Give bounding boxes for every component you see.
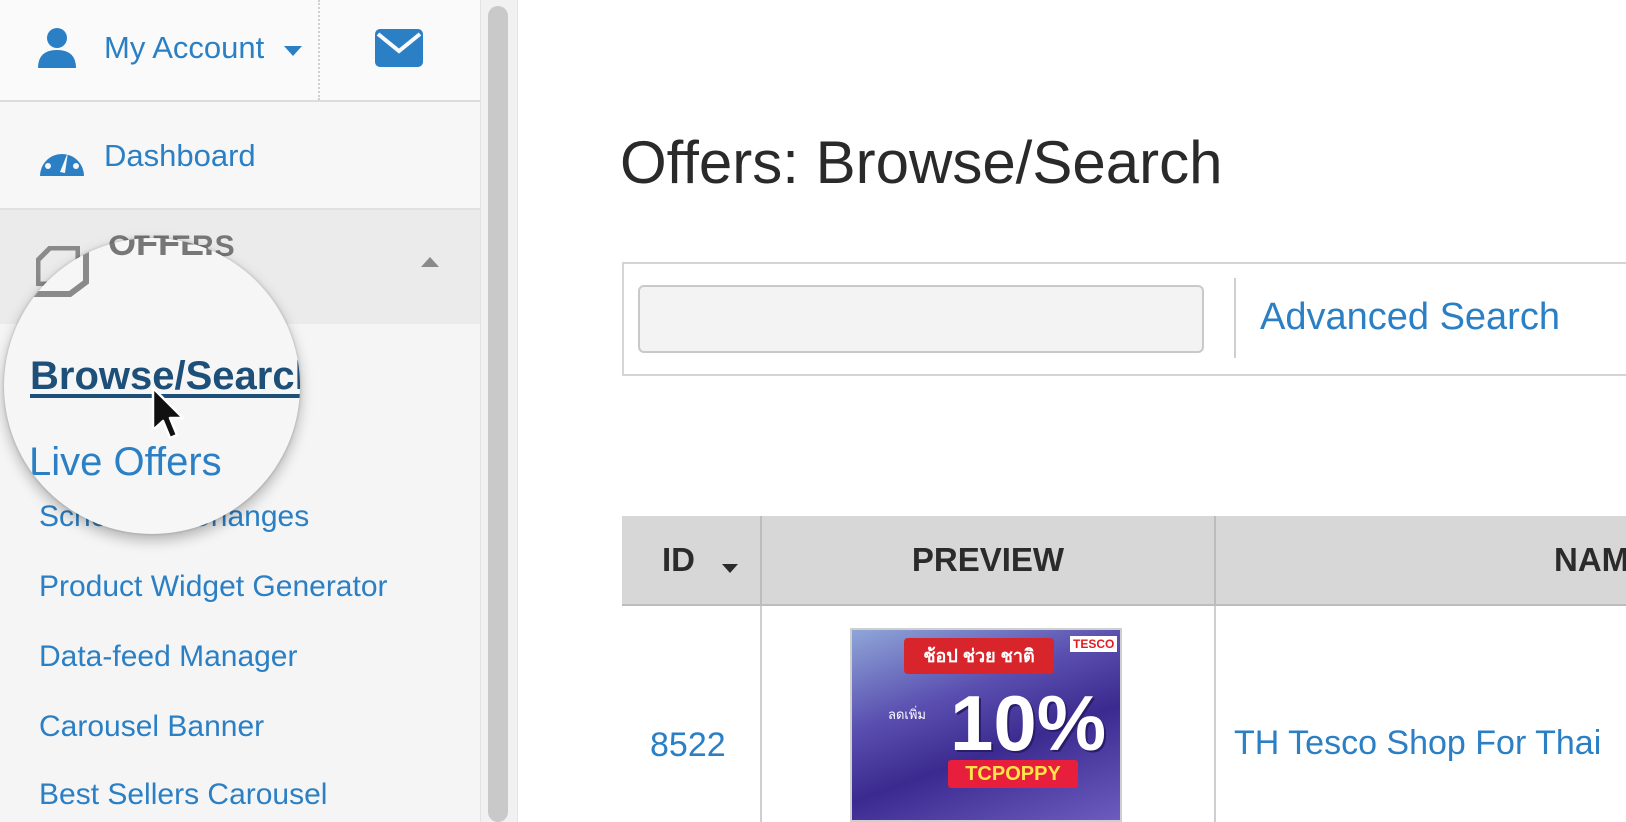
sidebar-item-product-widget-generator[interactable]: Product Widget Generator xyxy=(39,570,388,604)
column-header-name[interactable]: NAME xyxy=(1216,516,1626,604)
sidebar-topbar: My Account xyxy=(0,0,480,102)
chevron-down-icon xyxy=(284,46,302,56)
dashboard-gauge-icon xyxy=(38,138,86,183)
user-icon xyxy=(36,26,78,75)
sidebar-item-live-offers-zoomed[interactable]: Live Offers xyxy=(29,440,222,485)
cell-divider xyxy=(1214,606,1216,822)
preview-brand-text: TESCO xyxy=(1070,636,1118,652)
my-account-label: My Account xyxy=(104,30,265,65)
sidebar-item-label: Dashboard xyxy=(104,138,256,173)
sidebar-item-carousel-banner[interactable]: Carousel Banner xyxy=(39,710,264,744)
column-header-id[interactable]: ID xyxy=(622,516,762,604)
table-header: ID PREVIEW NAME xyxy=(622,516,1626,606)
preview-code-text: TCPOPPY xyxy=(948,760,1078,788)
preview-discount-text: 10% xyxy=(950,679,1107,767)
chevron-up-icon[interactable] xyxy=(421,257,439,267)
sidebar-item-dashboard[interactable]: Dashboard xyxy=(0,102,480,210)
sidebar-item-data-feed-manager[interactable]: Data-feed Manager xyxy=(39,640,298,674)
column-header-label: NAME xyxy=(1554,541,1626,578)
offer-preview-image[interactable]: TESCO ช้อป ช่วย ชาติ ลดเพิ่ม 10% TCPOPPY xyxy=(850,628,1122,822)
messages-button[interactable] xyxy=(320,0,480,100)
offers-table: ID PREVIEW NAME 8522 TESCO ช้อป ช่วย ชาต… xyxy=(622,516,1626,822)
divider xyxy=(1234,278,1236,358)
sort-desc-icon xyxy=(722,564,738,573)
column-header-label: ID xyxy=(662,541,695,578)
column-header-preview: PREVIEW xyxy=(762,516,1216,604)
table-row[interactable]: 8522 TESCO ช้อป ช่วย ชาติ ลดเพิ่ม 10% TC… xyxy=(622,606,1626,822)
offer-id-link[interactable]: 8522 xyxy=(650,726,726,765)
page-title: Offers: Browse/Search xyxy=(620,129,1223,197)
offer-name-link[interactable]: TH Tesco Shop For Thai xyxy=(1234,724,1601,763)
sidebar-scrollbar-thumb[interactable] xyxy=(488,6,508,822)
mouse-cursor-icon xyxy=(150,386,186,447)
search-panel: Advanced Search xyxy=(622,262,1626,376)
preview-headline-text: ช้อป ช่วย ชาติ xyxy=(904,638,1054,674)
sidebar: My Account Dashboard Changes Product Wid… xyxy=(0,0,480,822)
search-input[interactable] xyxy=(638,285,1204,353)
sidebar-section-label-zoomed: OFFERS xyxy=(108,238,255,263)
advanced-search-link[interactable]: Advanced Search xyxy=(1260,296,1560,339)
preview-tag-text: ลดเพิ่ม xyxy=(888,707,926,722)
envelope-icon xyxy=(374,28,424,73)
tag-icon xyxy=(30,248,90,303)
my-account-menu[interactable]: My Account xyxy=(0,0,320,100)
sidebar-item-best-sellers-carousel[interactable]: Best Sellers Carousel xyxy=(39,778,327,812)
cell-divider xyxy=(760,606,762,822)
